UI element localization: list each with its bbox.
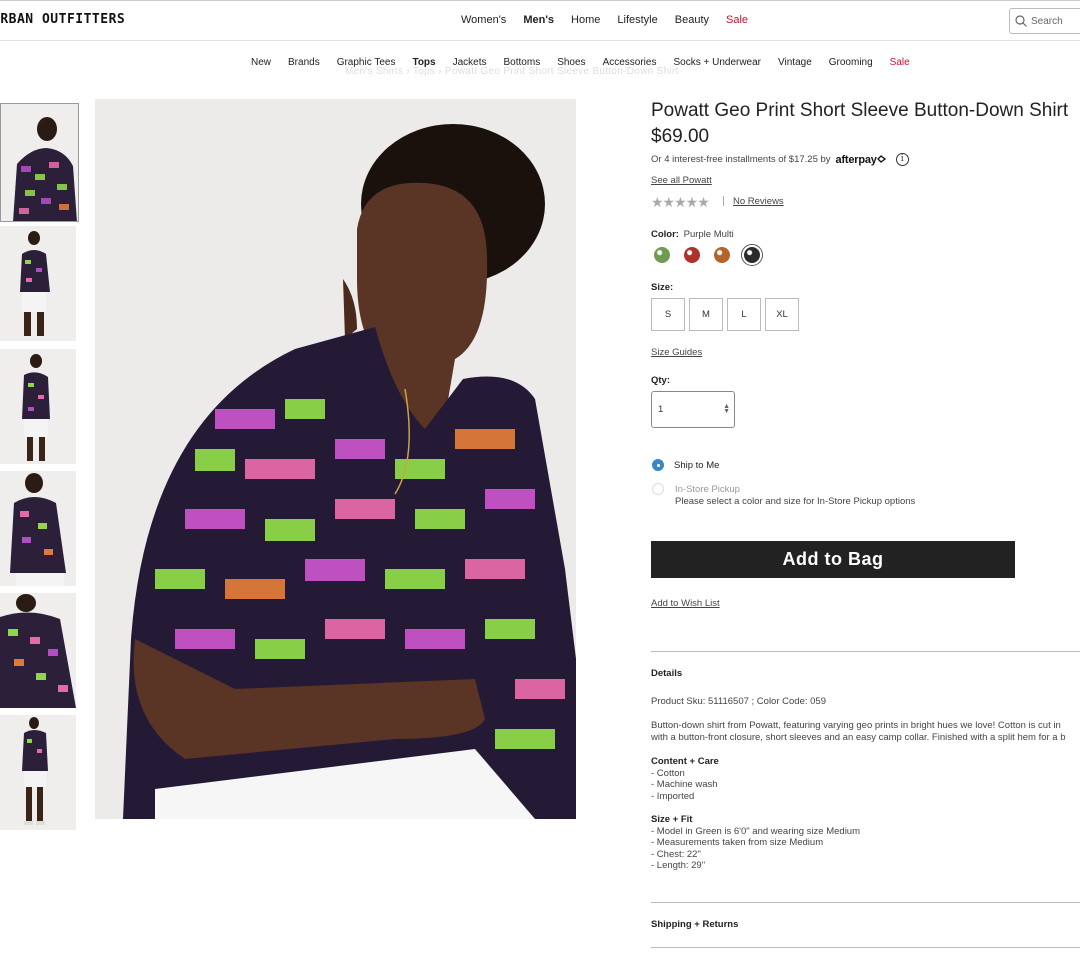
color-value: Purple Multi (683, 229, 734, 240)
description-line-2: with a button-front closure, short sleev… (651, 731, 1066, 743)
fit-item: - Measurements taken from size Medium (651, 837, 824, 849)
product-thumbnail-3[interactable] (0, 349, 76, 464)
size-fit-section: Size + Fit - Model in Green is 6'0" and … (651, 814, 860, 872)
in-store-pickup-label[interactable]: In-Store Pickup (675, 484, 740, 495)
afterpay-logo: afterpay (836, 154, 886, 166)
product-sku: Product Sku: 51116507 ; Color Code: 059 (651, 696, 826, 707)
fit-item: - Model in Green is 6'0" and wearing siz… (651, 825, 861, 837)
main-nav-item-lifestyle[interactable]: Lifestyle (617, 14, 657, 26)
size-option-s[interactable]: S (651, 298, 685, 331)
ship-to-me-label[interactable]: Ship to Me (674, 460, 719, 471)
search-input[interactable]: Search (1009, 8, 1080, 34)
afterpay-wordmark: afterpay (835, 153, 877, 166)
in-store-pickup-radio[interactable] (652, 483, 664, 495)
color-swatch[interactable] (741, 244, 763, 266)
color-swatch[interactable] (711, 244, 733, 266)
content-care-heading: Content + Care (651, 756, 719, 767)
add-to-bag-button[interactable]: Add to Bag (651, 541, 1015, 578)
main-product-image[interactable] (95, 99, 576, 819)
sub-nav-item-brands[interactable]: Brands (288, 57, 320, 68)
main-nav-item-men-s[interactable]: Men's (523, 14, 554, 26)
sub-nav-item-grooming[interactable]: Grooming (829, 57, 873, 68)
divider (651, 902, 1080, 903)
rating-stars: ★★★★★ (651, 194, 710, 210)
size-option-l[interactable]: L (727, 298, 761, 331)
size-options: S M L XL (651, 298, 803, 331)
quantity-value: 1 (658, 404, 664, 415)
divider (651, 947, 1080, 948)
pickup-note: Please select a color and size for In-St… (675, 496, 916, 507)
sub-nav-item-socks-underwear[interactable]: Socks + Underwear (673, 57, 761, 68)
sub-nav-item-sale[interactable]: Sale (890, 57, 910, 68)
main-nav-item-home[interactable]: Home (571, 14, 600, 26)
top-header: URBAN OUTFITTERS Women's Men's Home Lifesty… (0, 0, 1080, 41)
brand-logo[interactable]: URBAN OUTFITTERS (0, 12, 125, 27)
size-fit-heading: Size + Fit (651, 814, 693, 825)
swatch-fill (714, 247, 730, 263)
product-price: $69.00 (651, 126, 710, 147)
fit-item: - Chest: 22" (651, 848, 701, 860)
reviews-link[interactable]: No Reviews (733, 196, 784, 207)
size-label: Size: (651, 282, 674, 293)
sub-nav-item-new[interactable]: New (251, 57, 271, 68)
description-line-1: Button-down shirt from Powatt, featuring… (651, 720, 1061, 731)
search-placeholder: Search (1031, 15, 1063, 27)
breadcrumb[interactable]: Men's Shirts › Tops › Powatt Geo Print S… (345, 66, 679, 77)
product-thumbnail-5[interactable] (0, 593, 76, 708)
content-care-section: Content + Care - Cotton - Machine wash -… (651, 756, 719, 802)
size-option-xl[interactable]: XL (765, 298, 799, 331)
color-label: Color: Purple Multi (651, 229, 734, 240)
select-arrows-icon: ▲ ▼ (723, 403, 730, 415)
fit-item: - Length: 29" (651, 860, 706, 872)
size-option-m[interactable]: M (689, 298, 723, 331)
afterpay-icon (876, 154, 886, 163)
see-all-brand-link[interactable]: See all Powatt (651, 175, 712, 186)
qty-label: Qty: (651, 375, 670, 386)
color-label-text: Color: (651, 229, 679, 240)
installments-text: Or 4 interest-free installments of $17.2… (651, 154, 831, 165)
product-thumbnail-2[interactable] (0, 226, 76, 341)
product-thumbnail-4[interactable] (0, 471, 76, 586)
main-nav-item-women-s[interactable]: Women's (461, 14, 506, 26)
divider (651, 651, 1080, 652)
main-nav-item-sale[interactable]: Sale (726, 14, 748, 26)
product-thumbnail-6[interactable] (0, 715, 76, 830)
product-thumbnail-1[interactable] (0, 103, 79, 222)
content-item: - Machine wash (651, 779, 718, 791)
content-item: - Cotton (651, 767, 685, 779)
product-title: Powatt Geo Print Short Sleeve Button-Dow… (651, 100, 1069, 121)
main-nav-item-beauty[interactable]: Beauty (675, 14, 709, 26)
swatch-fill (744, 247, 760, 263)
reviews-divider (723, 196, 724, 206)
installments-info: Or 4 interest-free installments of $17.2… (651, 153, 909, 166)
color-swatches (651, 244, 771, 266)
info-icon[interactable]: i (895, 153, 909, 166)
search-icon (1015, 15, 1027, 27)
size-guides-link[interactable]: Size Guides (651, 347, 702, 358)
sub-nav-item-vintage[interactable]: Vintage (778, 57, 812, 68)
content-item: - Imported (651, 790, 695, 802)
product-description: Button-down shirt from Powatt, featuring… (651, 720, 1066, 743)
add-to-wish-list-link[interactable]: Add to Wish List (651, 598, 720, 609)
swatch-fill (654, 247, 670, 263)
quantity-select[interactable]: 1 ▲ ▼ (651, 391, 735, 428)
color-swatch[interactable] (651, 244, 673, 266)
color-swatch[interactable] (681, 244, 703, 266)
main-nav: Women's Men's Home Lifestyle Beauty Sale (461, 14, 765, 26)
swatch-fill (684, 247, 700, 263)
details-heading[interactable]: Details (651, 668, 682, 679)
shipping-returns-heading[interactable]: Shipping + Returns (651, 919, 738, 930)
ship-to-me-radio[interactable] (652, 459, 664, 471)
